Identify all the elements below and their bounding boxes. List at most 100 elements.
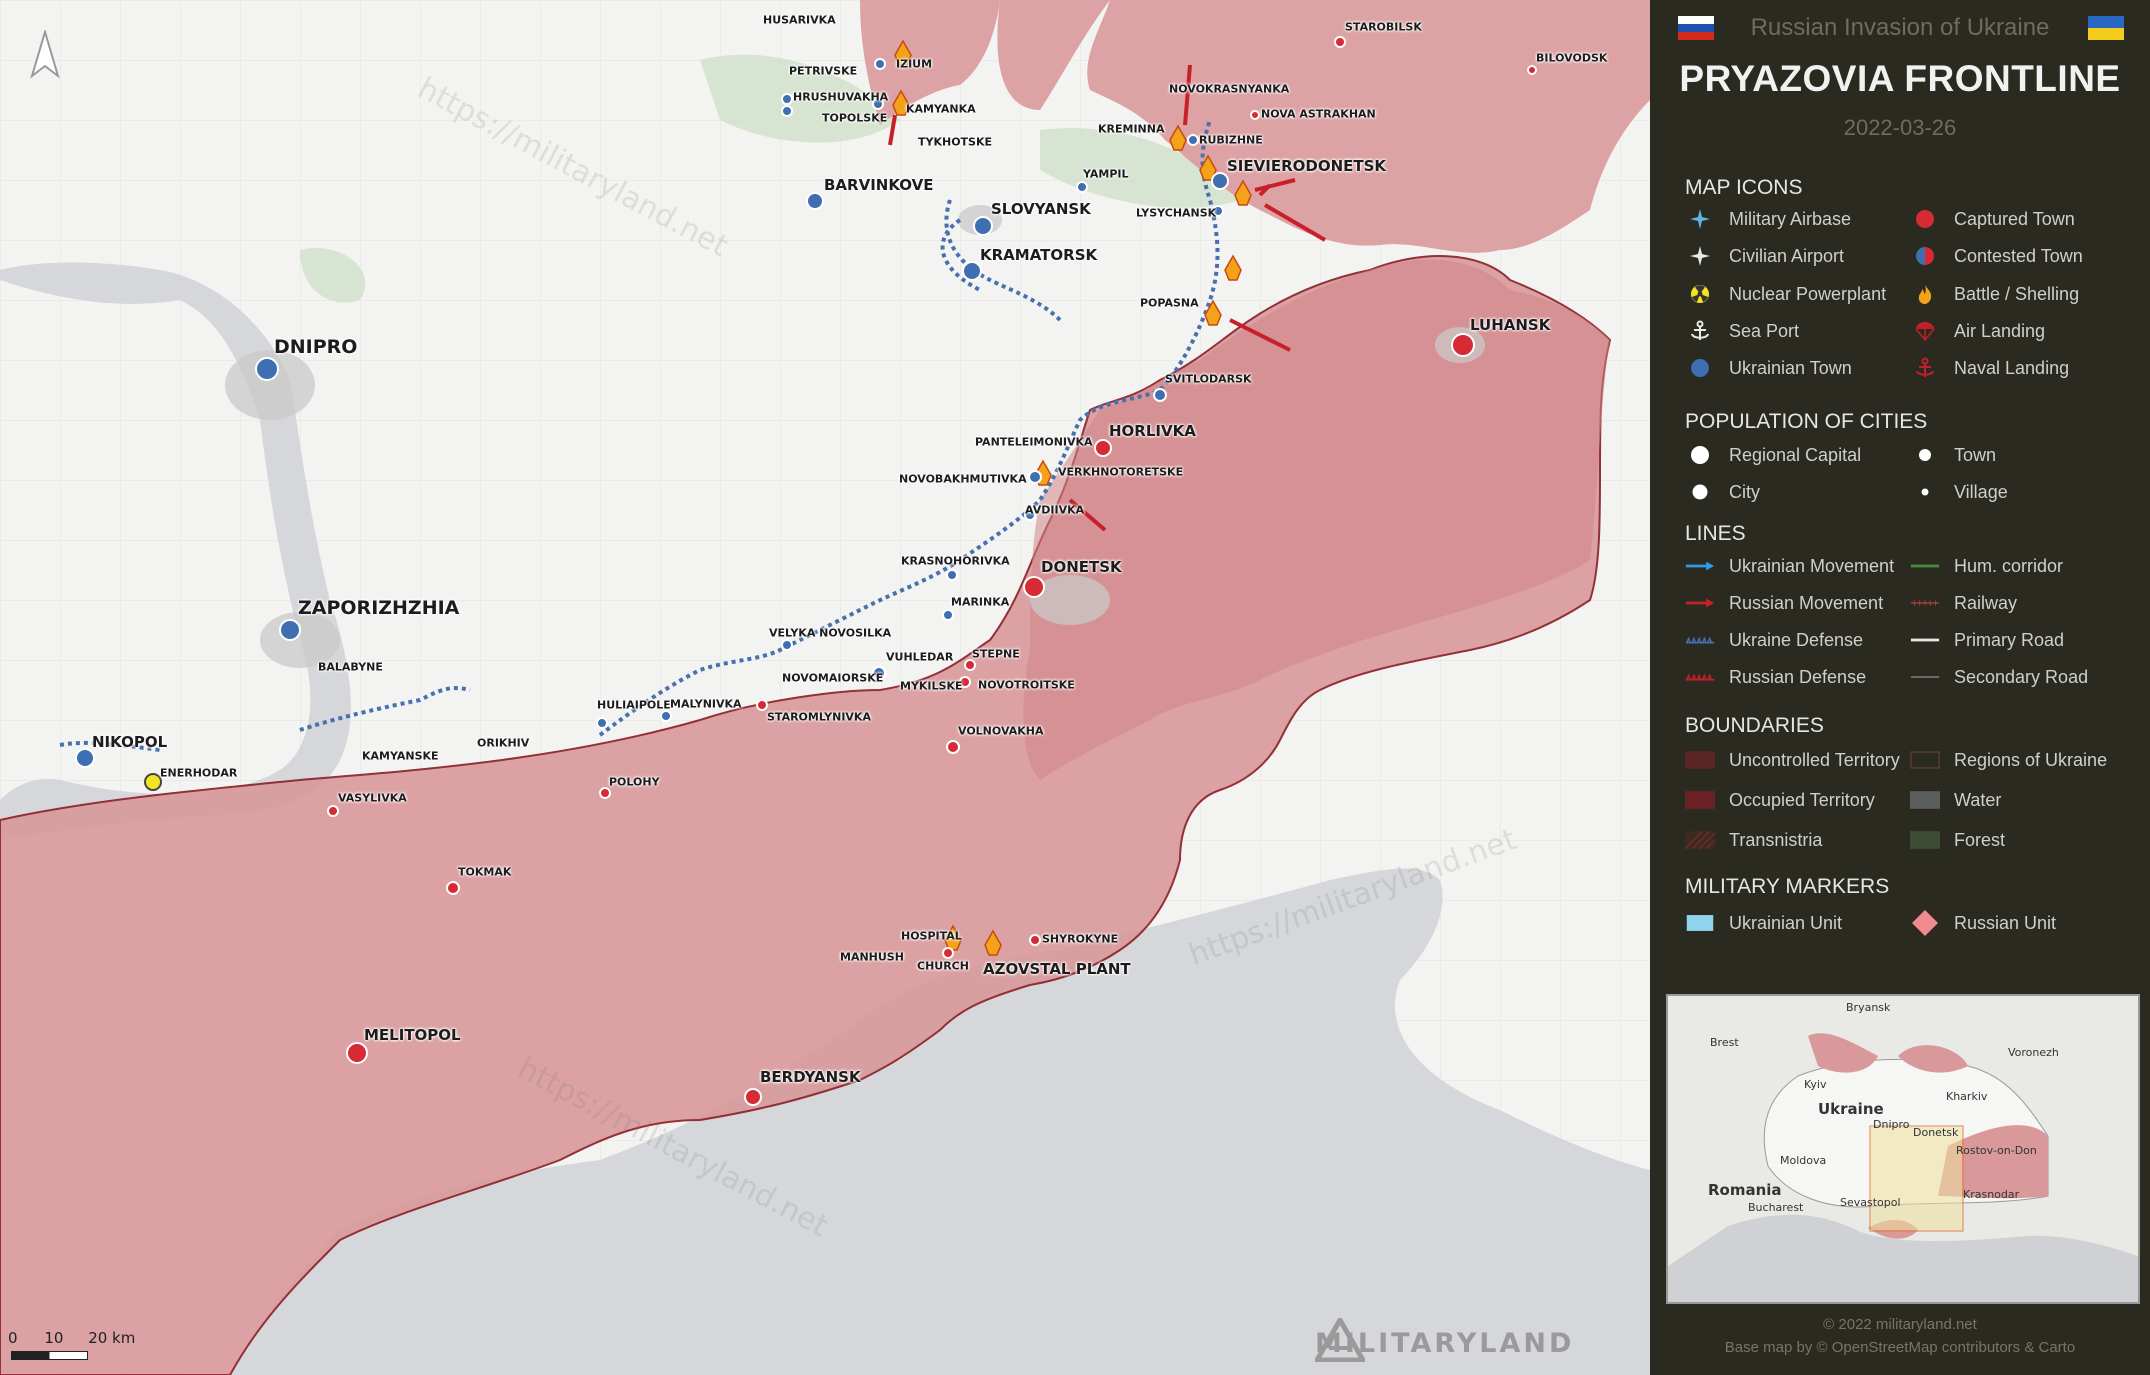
label-kramatorsk[interactable]: KRAMATORSK bbox=[980, 246, 1097, 264]
label-nova-astrakhan[interactable]: NOVA ASTRAKHAN bbox=[1261, 108, 1376, 121]
label-yampil[interactable]: YAMPIL bbox=[1083, 168, 1129, 181]
label-mykilske[interactable]: MYKILSKE bbox=[900, 680, 963, 693]
legend-item: Air Landing bbox=[1910, 318, 2045, 344]
label-tykhotske[interactable]: TYKHOTSKE bbox=[918, 136, 992, 149]
legend-item: Military Airbase bbox=[1685, 206, 1851, 232]
label-novomaiorske[interactable]: NOVOMAIORSKE bbox=[782, 672, 883, 685]
label-horlivka[interactable]: HORLIVKA bbox=[1109, 422, 1196, 440]
railway-icon bbox=[1910, 600, 1940, 606]
label-barvinkove[interactable]: BARVINKOVE bbox=[824, 176, 934, 194]
legend-item: Town bbox=[1910, 442, 1996, 468]
label-husarivka[interactable]: HUSARIVKA bbox=[763, 14, 836, 27]
label-malynivka[interactable]: MALYNIVKA bbox=[670, 698, 742, 711]
label-hulaipole[interactable]: HULIAIPOLE bbox=[597, 699, 671, 712]
inset-label-romania: Romania bbox=[1708, 1181, 1782, 1199]
legend-item: Russian Movement bbox=[1685, 590, 1883, 616]
legend-item: Uncontrolled Territory bbox=[1685, 747, 1900, 773]
regions-of-ukraine-icon bbox=[1910, 751, 1940, 769]
legend-boundaries-title: BOUNDARIES bbox=[1685, 714, 1824, 737]
label-izium[interactable]: IZIUM bbox=[896, 58, 932, 71]
label-shyrokyne[interactable]: SHYROKYNE bbox=[1042, 933, 1118, 946]
label-balabyne[interactable]: BALABYNE bbox=[318, 661, 383, 674]
legend-item: Occupied Territory bbox=[1685, 787, 1875, 813]
label-donetsk[interactable]: DONETSK bbox=[1041, 558, 1122, 576]
inset-label-brest: Brest bbox=[1710, 1036, 1739, 1049]
label-lysychansk[interactable]: LYSYCHANSK bbox=[1136, 207, 1216, 220]
label-sievierodonetsk[interactable]: SIEVIERODONETSK bbox=[1227, 157, 1386, 175]
inset-label-bucharest: Bucharest bbox=[1748, 1201, 1804, 1214]
town-icon bbox=[1919, 449, 1931, 461]
header-date: 2022-03-26 bbox=[1843, 115, 1957, 140]
label-berdyansk[interactable]: BERDYANSK bbox=[760, 1068, 861, 1086]
scale-bar-graphic bbox=[11, 1351, 88, 1360]
header-title: PRYAZOVIA FRONTLINE bbox=[1679, 58, 2121, 99]
label-orikhiv[interactable]: ORIKHIV bbox=[477, 737, 529, 750]
scale-twenty: 20 km bbox=[88, 1329, 136, 1347]
legend-item: Russian Unit bbox=[1910, 910, 2056, 936]
naval-landing-icon bbox=[1916, 357, 1934, 377]
inset-label-kharkiv: Kharkiv bbox=[1946, 1090, 1988, 1103]
label-marinka[interactable]: MARINKA bbox=[951, 596, 1009, 609]
russian-unit-icon bbox=[1912, 910, 1938, 936]
label-melitopol[interactable]: MELITOPOL bbox=[364, 1026, 461, 1044]
sea-port-icon bbox=[1691, 320, 1709, 340]
label-petrivske[interactable]: PETRIVSKE bbox=[789, 65, 857, 78]
transnistria-icon bbox=[1685, 830, 1715, 850]
label-novotroitske[interactable]: NOVOTROITSKE bbox=[978, 679, 1075, 692]
label-bilovodsk[interactable]: BILOVODSK bbox=[1536, 52, 1607, 65]
label-hrushuvakha[interactable]: HRUSHUVAKHA bbox=[793, 91, 888, 104]
label-tokmak[interactable]: TOKMAK bbox=[458, 866, 511, 879]
legend-item: Naval Landing bbox=[1910, 355, 2069, 381]
label-vuhledar[interactable]: VUHLEDAR bbox=[886, 651, 953, 664]
map-canvas bbox=[0, 0, 1650, 1375]
battle-shelling-icon bbox=[1918, 285, 1932, 304]
label-vasylivka[interactable]: VASYLIVKA bbox=[338, 792, 407, 805]
label-zaporizhzhia[interactable]: ZAPORIZHZHIA bbox=[298, 597, 459, 619]
label-nikopol[interactable]: NIKOPOL bbox=[92, 733, 167, 751]
label-polohy[interactable]: POLOHY bbox=[609, 776, 660, 789]
legend-item: Contested Town bbox=[1910, 243, 2083, 269]
nuclear-powerplant-icon bbox=[1691, 285, 1709, 303]
label-dnipro[interactable]: DNIPRO bbox=[274, 336, 357, 358]
legend-item: Civilian Airport bbox=[1685, 243, 1844, 269]
label-volnovakha[interactable]: VOLNOVAKHA bbox=[958, 725, 1043, 738]
label-enerhodar[interactable]: ENERHODAR bbox=[160, 767, 237, 780]
label-topolske[interactable]: TOPOLSKE bbox=[822, 112, 887, 125]
regional-capital-icon bbox=[1691, 446, 1709, 464]
label-panteleimonivka[interactable]: PANTELEIMONIVKA bbox=[975, 436, 1093, 449]
label-azovstal[interactable]: AZOVSTAL PLANT bbox=[983, 960, 1131, 978]
label-luhansk[interactable]: LUHANSK bbox=[1470, 316, 1550, 334]
label-stepne[interactable]: STEPNE bbox=[972, 648, 1020, 661]
label-kamyanka[interactable]: KAMYANKA bbox=[906, 103, 976, 116]
inset-locator-map[interactable]: Bryansk Brest Voronezh Kyiv Kharkiv Ukra… bbox=[1666, 994, 2140, 1304]
label-church[interactable]: CHURCH bbox=[917, 960, 969, 973]
label-avdiivka[interactable]: AVDIIVKA bbox=[1025, 504, 1084, 517]
north-arrow-icon bbox=[30, 30, 60, 79]
legend-item: Sea Port bbox=[1685, 318, 1799, 344]
legend-item: Primary Road bbox=[1910, 627, 2064, 653]
label-novobakhmutivka[interactable]: NOVOBAKHMUTIVKA bbox=[899, 473, 1027, 486]
label-krasnohorivka[interactable]: KRASNOHORIVKA bbox=[901, 555, 1010, 568]
legend-item: Ukraine Defense bbox=[1685, 627, 1863, 653]
label-hospital[interactable]: HOSPITAL bbox=[901, 930, 962, 943]
secondary-road-icon bbox=[1910, 676, 1940, 678]
legend-lines-title: LINES bbox=[1685, 522, 1746, 545]
label-rubizhne[interactable]: RUBIZHNE bbox=[1199, 134, 1263, 147]
label-starobilsk[interactable]: STAROBILSK bbox=[1345, 21, 1422, 34]
label-velyka-novosilka[interactable]: VELYKA NOVOSILKA bbox=[769, 627, 891, 640]
label-kamyanske[interactable]: KAMYANSKE bbox=[362, 750, 439, 763]
nuclear-powerplant-icon[interactable] bbox=[144, 773, 162, 791]
label-kreminna[interactable]: KREMINNA bbox=[1098, 123, 1164, 136]
label-novokrasnyanka[interactable]: NOVOKRASNYANKA bbox=[1169, 83, 1289, 96]
label-staromlynivka[interactable]: STAROMLYNIVKA bbox=[767, 711, 871, 724]
label-svitlodarsk[interactable]: SVITLODARSK bbox=[1165, 373, 1252, 386]
legend-item: Transnistria bbox=[1685, 827, 1822, 853]
label-slovyansk[interactable]: SLOVYANSK bbox=[991, 200, 1091, 218]
label-manhush[interactable]: MANHUSH bbox=[840, 951, 904, 964]
label-verkhnotoretske[interactable]: VERKHNOTORETSKE bbox=[1058, 466, 1183, 479]
label-popasna[interactable]: POPASNA bbox=[1140, 297, 1199, 310]
map-view[interactable]: https://militaryland.net https://militar… bbox=[0, 0, 1650, 1375]
legend-item: City bbox=[1685, 479, 1760, 505]
civilian-airport-icon bbox=[1690, 246, 1710, 266]
legend-item: Nuclear Powerplant bbox=[1685, 281, 1886, 307]
